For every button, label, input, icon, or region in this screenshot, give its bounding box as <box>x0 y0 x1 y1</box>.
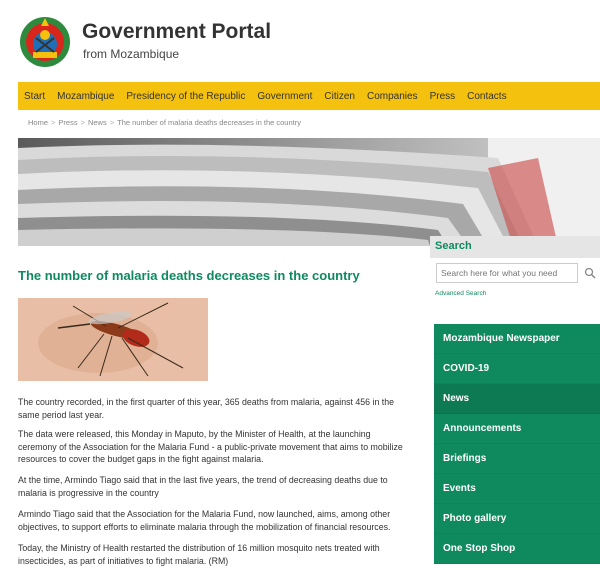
article-paragraph: The country recorded, in the first quart… <box>18 397 395 420</box>
breadcrumb-separator: > <box>80 118 85 127</box>
breadcrumb-news[interactable]: News <box>88 118 107 127</box>
nav-item-companies[interactable]: Companies <box>367 91 418 102</box>
search-button[interactable] <box>580 263 600 283</box>
breadcrumb-separator: > <box>109 118 115 127</box>
breadcrumb-current: The number of malaria deaths decreases i… <box>117 118 301 127</box>
nav-item-start[interactable]: Start <box>24 91 45 102</box>
nav-item-citizen[interactable]: Citizen <box>324 91 355 102</box>
advanced-search-link[interactable]: Advanced Search <box>435 290 486 297</box>
nav-item-government[interactable]: Government <box>257 91 312 102</box>
sidebar-item-briefings[interactable]: Briefings <box>434 444 600 474</box>
sidebar-item-mozambique-newspaper[interactable]: Mozambique Newspaper <box>434 324 600 354</box>
search-icon <box>584 267 596 279</box>
sidebar-item-news[interactable]: News <box>434 384 600 414</box>
site-title[interactable]: Government Portal <box>82 20 271 44</box>
nav-item-presidency[interactable]: Presidency of the Republic <box>126 91 245 102</box>
breadcrumb: Home > Press > News > The number of mala… <box>28 118 301 127</box>
hero-newspaper-image <box>18 138 600 246</box>
article-paragraph: Armindo Tiago said that the Association … <box>18 509 391 532</box>
sidebar-item-one-stop-shop[interactable]: One Stop Shop <box>434 534 600 564</box>
nav-item-contacts[interactable]: Contacts <box>467 91 506 102</box>
sidebar-item-events[interactable]: Events <box>434 474 600 504</box>
nav-item-press[interactable]: Press <box>430 91 456 102</box>
breadcrumb-home[interactable]: Home <box>28 118 48 127</box>
article-paragraph: The data were released, this Monday in M… <box>18 429 403 464</box>
article-paragraph: Today, the Ministry of Health restarted … <box>18 543 380 566</box>
sidebar-item-announcements[interactable]: Announcements <box>434 414 600 444</box>
sidebar: Search Advanced Search Mozambique Newspa… <box>430 236 600 570</box>
article-title: The number of malaria deaths decreases i… <box>18 268 360 283</box>
breadcrumb-separator: > <box>51 118 56 127</box>
site-subtitle: from Mozambique <box>83 47 180 61</box>
site-header: Government Portal from Mozambique <box>0 0 600 80</box>
search-input[interactable] <box>436 263 578 283</box>
sidebar-item-covid-19[interactable]: COVID-19 <box>434 354 600 384</box>
breadcrumb-press[interactable]: Press <box>58 118 77 127</box>
nav-item-mozambique[interactable]: Mozambique <box>57 91 114 102</box>
sidebar-item-photo-gallery[interactable]: Photo gallery <box>434 504 600 534</box>
sidebar-menu: Mozambique Newspaper COVID-19 News Annou… <box>434 324 600 564</box>
mozambique-emblem-logo[interactable] <box>16 12 74 70</box>
main-nav: Start Mozambique Presidency of the Repub… <box>18 82 600 110</box>
mosquito-image <box>18 298 208 381</box>
article-paragraph: At the time, Armindo Tiago said that in … <box>18 475 388 498</box>
search-title: Search <box>430 236 600 258</box>
